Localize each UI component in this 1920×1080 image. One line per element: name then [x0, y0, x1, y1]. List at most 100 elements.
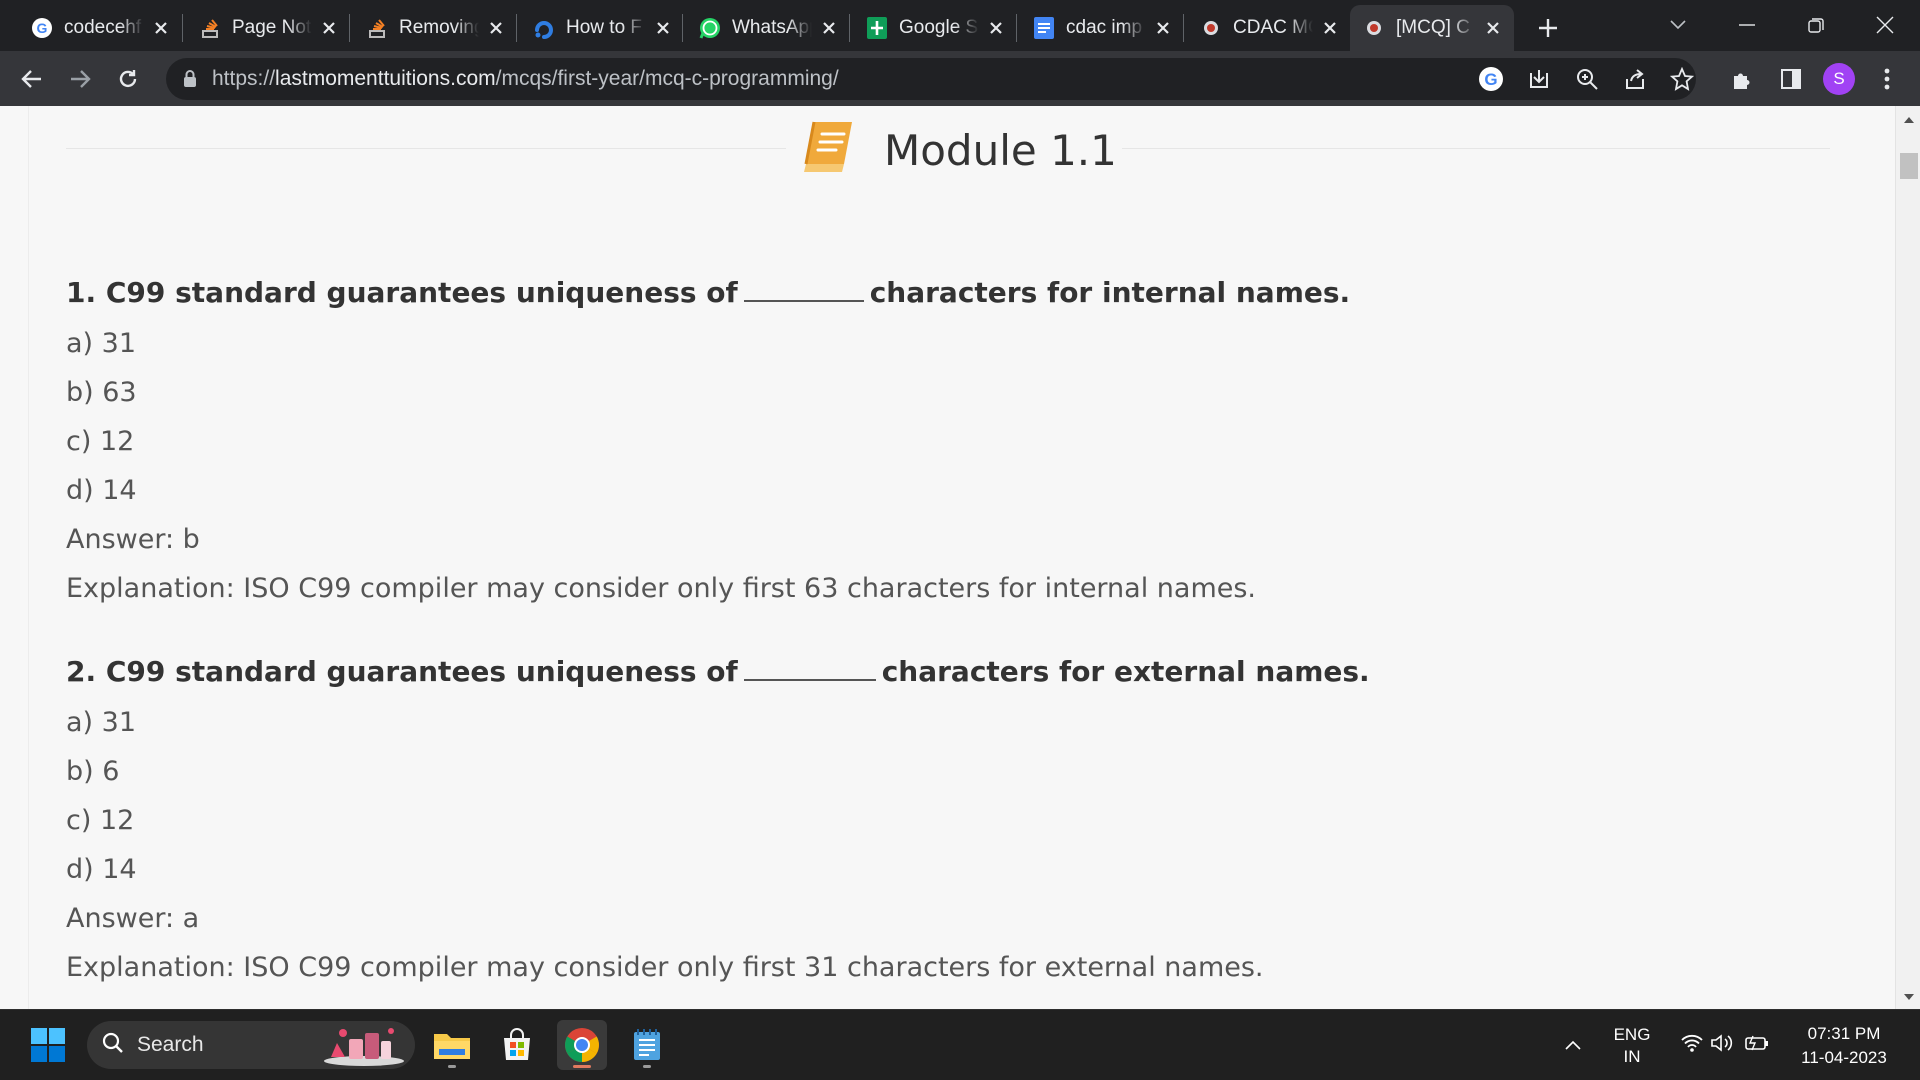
clock-time: 07:31 PM — [1807, 1024, 1881, 1043]
site-favicon — [1199, 16, 1223, 40]
search-label: Search — [137, 1033, 204, 1056]
tab-title: WhatsApp — [732, 17, 812, 38]
book-icon — [800, 120, 856, 178]
bookmark-star-icon[interactable] — [1666, 63, 1698, 95]
lock-icon[interactable] — [182, 69, 198, 93]
language-indicator[interactable]: ENG IN — [1604, 1024, 1660, 1068]
side-panel-icon[interactable] — [1771, 59, 1811, 99]
minimize-button[interactable] — [1727, 5, 1767, 45]
zoom-icon[interactable] — [1571, 63, 1603, 95]
more-menu-icon[interactable] — [1867, 59, 1907, 99]
show-hidden-icons-chevron-icon[interactable] — [1549, 1020, 1597, 1070]
tab-cdac-mc[interactable]: CDAC MC — [1187, 5, 1351, 51]
search-icon — [101, 1031, 125, 1059]
file-explorer-icon[interactable] — [427, 1020, 477, 1070]
tab-title: [MCQ] C — [1396, 17, 1470, 38]
option-a: a) 31 — [66, 328, 137, 359]
windows-start-icon[interactable] — [23, 1020, 73, 1070]
chrome-icon[interactable] — [557, 1020, 607, 1070]
notepad-icon[interactable] — [622, 1020, 672, 1070]
search-highlight-illustration-icon — [321, 1023, 407, 1071]
battery-icon — [1744, 1034, 1770, 1056]
tab-mcq-c[interactable]: [MCQ] C — [1350, 5, 1514, 51]
google-sheets-icon — [865, 16, 889, 40]
tab-codecehf[interactable]: G codecehf — [18, 5, 182, 51]
volume-icon — [1710, 1033, 1736, 1057]
network-volume-battery-group[interactable] — [1670, 1020, 1780, 1070]
restore-button[interactable] — [1796, 5, 1836, 45]
address-bar[interactable]: https://lastmomenttuitions.com/mcqs/firs… — [166, 58, 1696, 100]
tab-page-not[interactable]: Page Not — [186, 5, 350, 51]
site-favicon — [1362, 16, 1386, 40]
divider — [66, 148, 786, 149]
url-text[interactable]: https://lastmomenttuitions.com/mcqs/firs… — [212, 67, 839, 91]
tab-whatsapp[interactable]: WhatsApp — [686, 5, 850, 51]
answer-blank — [743, 300, 864, 302]
wifi-icon — [1680, 1033, 1704, 1057]
tab-removing[interactable]: Removing — [353, 5, 517, 51]
vertical-scrollbar[interactable] — [1895, 106, 1920, 1009]
tab-title: codecehf — [64, 17, 142, 38]
question-text: 2. C99 standard guarantees uniqueness of… — [66, 655, 1370, 688]
profile-avatar[interactable]: S — [1823, 63, 1855, 95]
close-icon[interactable] — [818, 17, 840, 39]
stackoverflow-icon — [365, 16, 389, 40]
close-icon[interactable] — [652, 17, 674, 39]
close-icon[interactable] — [485, 17, 507, 39]
option-d: d) 14 — [66, 475, 137, 506]
option-b: b) 63 — [66, 377, 137, 408]
tab-cdac-imp[interactable]: cdac imp — [1020, 5, 1184, 51]
question-2: 2. C99 standard guarantees uniqueness of… — [66, 646, 1370, 992]
svg-text:G: G — [1484, 70, 1497, 89]
tab-title: Google S — [899, 17, 979, 38]
scroll-up-arrow-icon[interactable] — [1896, 108, 1920, 130]
tab-strip: G codecehf Page Not Removing How to F Wh… — [0, 0, 1920, 51]
tab-title: How to F — [566, 17, 643, 38]
tab-google-sheets[interactable]: Google S — [853, 5, 1017, 51]
option-a: a) 31 — [66, 707, 137, 738]
answer-text: Answer: b — [66, 524, 200, 555]
new-tab-button[interactable] — [1530, 10, 1566, 46]
question-text: 1. C99 standard guarantees uniqueness of… — [66, 276, 1351, 309]
extensions-puzzle-icon[interactable] — [1723, 59, 1763, 99]
tab-search-chevron-icon[interactable] — [1658, 5, 1698, 45]
google-docs-icon — [1032, 16, 1056, 40]
close-icon[interactable] — [318, 17, 340, 39]
blue-spiral-icon — [532, 16, 556, 40]
module-heading: Module 1.1 — [884, 126, 1117, 175]
taskbar-search[interactable]: Search — [87, 1021, 415, 1069]
clock[interactable]: 07:31 PM 11-04-2023 — [1790, 1022, 1898, 1070]
google-g-icon[interactable]: G — [1475, 63, 1507, 95]
microsoft-store-icon[interactable] — [492, 1020, 542, 1070]
close-icon[interactable] — [1152, 17, 1174, 39]
answer-blank — [743, 679, 876, 681]
option-b: b) 6 — [66, 756, 120, 787]
explanation-text: Explanation: ISO C99 compiler may consid… — [66, 573, 1257, 604]
browser-toolbar: https://lastmomenttuitions.com/mcqs/firs… — [0, 51, 1920, 106]
google-g-icon: G — [30, 16, 54, 40]
explanation-text: Explanation: ISO C99 compiler may consid… — [66, 952, 1264, 983]
scrollbar-thumb[interactable] — [1900, 153, 1918, 179]
share-icon[interactable] — [1619, 63, 1651, 95]
close-icon[interactable] — [985, 17, 1007, 39]
close-window-button[interactable] — [1865, 5, 1905, 45]
divider — [1122, 148, 1830, 149]
back-button[interactable] — [12, 59, 52, 99]
forward-button[interactable] — [60, 59, 100, 99]
install-app-icon[interactable] — [1523, 63, 1555, 95]
tab-title: Removing — [399, 17, 479, 38]
close-icon[interactable] — [1482, 17, 1504, 39]
web-page: Module 1.1 1. C99 standard guarantees un… — [0, 106, 1920, 1009]
scroll-down-arrow-icon[interactable] — [1896, 986, 1920, 1008]
clock-date: 11-04-2023 — [1801, 1048, 1887, 1067]
tab-title: Page Not — [232, 17, 312, 38]
stackoverflow-icon — [198, 16, 222, 40]
reload-button[interactable] — [108, 59, 148, 99]
windows-taskbar: Search ENG IN 07:31 PM 11-04-2023 — [0, 1009, 1920, 1080]
tab-how-to[interactable]: How to F — [520, 5, 684, 51]
close-icon[interactable] — [150, 17, 172, 39]
option-c: c) 12 — [66, 426, 135, 457]
close-icon[interactable] — [1319, 17, 1341, 39]
tab-title: cdac imp — [1066, 17, 1143, 38]
answer-text: Answer: a — [66, 903, 200, 934]
